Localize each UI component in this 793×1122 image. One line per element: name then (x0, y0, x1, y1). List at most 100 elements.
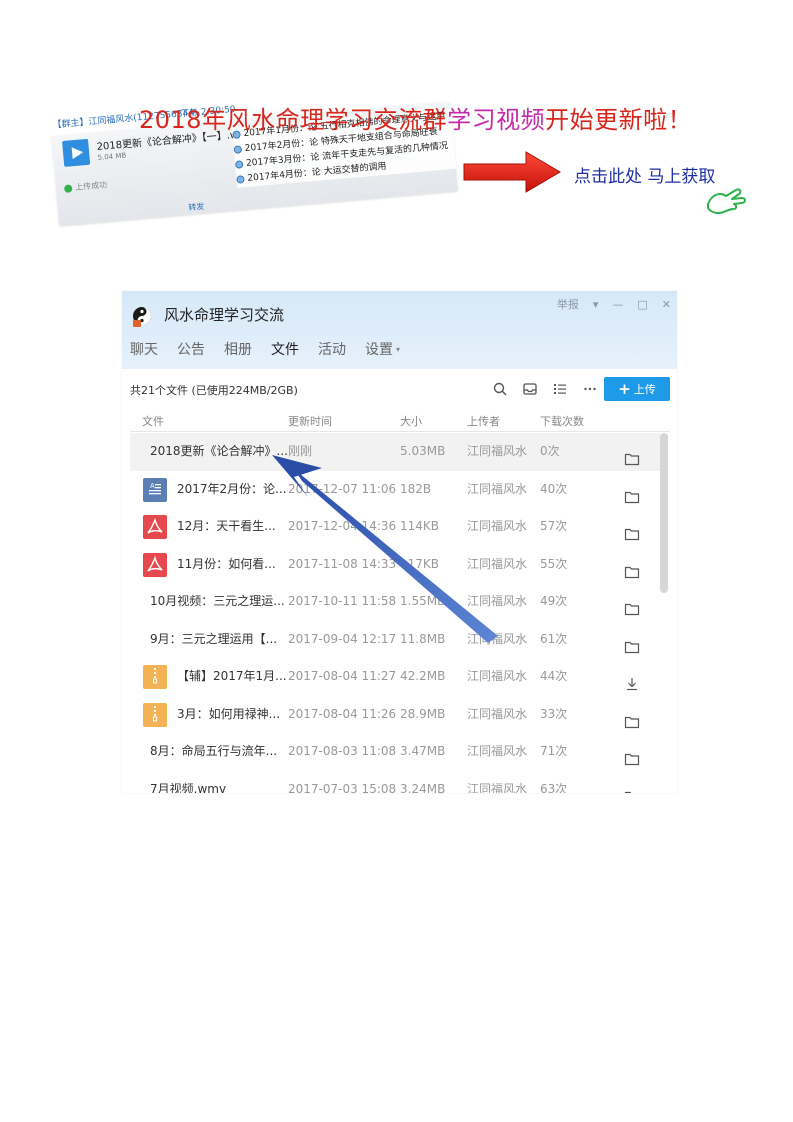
report-button[interactable]: 举报 (557, 297, 579, 313)
tool-icons (493, 379, 597, 399)
file-name[interactable]: 7月视频.wmv (150, 771, 226, 794)
file-summary: 共21个文件 (已使用224MB/2GB) (130, 384, 298, 397)
window-controls: 举报 ▾ — □ ✕ (557, 297, 671, 313)
col-uploader[interactable]: 上传者 (467, 413, 500, 429)
video-file-icon (62, 138, 91, 167)
file-name[interactable]: 11月份：如何看... (177, 546, 276, 584)
col-time[interactable]: 更新时间 (288, 413, 332, 429)
folder-icon[interactable] (624, 594, 640, 616)
file-size: 117KB (400, 556, 440, 571)
file-time: 2017-08-04 11:27 (288, 669, 397, 683)
file-time: 2017-08-03 11:08 (288, 744, 397, 758)
forward-link: 转发 (187, 201, 205, 213)
promo-banner[interactable]: 【群主】江同福风水(1127556344) 下午 2:30:50 2018更新《… (44, 92, 754, 226)
file-list: 2018更新《论合解冲》... 刚刚 5.03MB 江同福风水 0次 A 2017年2月份：… (130, 433, 660, 793)
folder-icon[interactable] (624, 444, 640, 466)
file-row[interactable]: 8月：命局五行与流年... 2017-08-03 11:08 3.47MB 江同福风水… (130, 733, 660, 771)
video-bullet-icon (233, 144, 243, 154)
file-name[interactable]: 8月：命局五行与流年... (150, 733, 277, 771)
list-view-icon[interactable] (553, 382, 567, 396)
header-divider (130, 431, 670, 432)
document-file-icon: A (143, 477, 167, 502)
tab-chat[interactable]: 聊天 (130, 339, 158, 361)
file-size: 114KB (400, 519, 440, 533)
file-name[interactable]: 12月：天干看生... (177, 508, 276, 546)
file-time: 2017-12-04 14:36 (288, 519, 397, 533)
download-icon[interactable] (624, 669, 640, 691)
col-downloads[interactable]: 下载次数 (540, 413, 584, 429)
file-downloads: 55次 (540, 556, 568, 571)
file-row[interactable]: 11月份：如何看... 2017-11-08 14:33 117KB 江同福风水 55次 (130, 546, 660, 584)
file-name[interactable]: 2017年2月份：论... (177, 471, 287, 509)
file-time: 2017-09-04 12:17 (288, 631, 397, 646)
file-row[interactable]: 7月视频.wmv 2017-07-03 15:08 3.24MB 江同福风水 63次 (130, 771, 660, 794)
file-size: 42.2MB (400, 669, 446, 683)
scrollbar[interactable] (660, 433, 668, 593)
file-downloads: 33次 (540, 706, 568, 721)
svg-text:A: A (150, 483, 155, 490)
column-header: 文件 更新时间 大小 上传者 下载次数 (130, 409, 662, 431)
file-uploader: 江同福风水 (467, 444, 528, 458)
tab-settings[interactable]: 设置 ▾ (365, 339, 400, 361)
tab-activities[interactable]: 活动 (318, 339, 346, 361)
more-icon[interactable] (583, 382, 597, 396)
folder-icon[interactable] (624, 519, 640, 541)
file-uploader: 江同福风水 (467, 481, 528, 496)
file-downloads: 44次 (540, 669, 568, 683)
folder-icon[interactable] (624, 482, 640, 503)
caret-down-icon: ▾ (396, 345, 401, 354)
col-name[interactable]: 文件 (142, 413, 164, 429)
file-size: 11.8MB (400, 631, 446, 646)
inbox-icon[interactable] (523, 382, 537, 396)
file-name[interactable]: 10月视频：三元之理运... (150, 583, 285, 621)
file-uploader: 江同福风水 (467, 781, 528, 794)
file-name[interactable]: 9月：三元之理运用【... (150, 621, 277, 659)
check-icon (63, 183, 73, 193)
file-time: 2017-12-07 11:06 (288, 481, 397, 496)
folder-icon[interactable] (624, 782, 640, 793)
file-row[interactable]: 2018更新《论合解冲》... 刚刚 5.03MB 江同福风水 0次 (130, 433, 660, 471)
banner-title-part2: 学习视频 (447, 106, 546, 134)
file-row[interactable]: 9月：三元之理运用【... 2017-09-04 12:17 11.8MB 江同福风水… (130, 621, 660, 659)
video-bullet-icon (234, 159, 244, 169)
file-row[interactable]: 10月视频：三元之理运... 2017-10-11 11:58 1.55MB 江同福风… (130, 583, 660, 621)
file-uploader: 江同福风水 (467, 631, 528, 646)
archive-file-icon (143, 665, 167, 689)
file-size: 28.9MB (400, 706, 446, 721)
tab-files[interactable]: 文件 (271, 339, 299, 361)
tab-announcements[interactable]: 公告 (177, 339, 205, 361)
tab-album[interactable]: 相册 (224, 339, 252, 361)
file-row[interactable]: 12月：天干看生... 2017-12-04 14:36 114KB 江同福风水 57次 (130, 508, 660, 546)
file-name[interactable]: 【辅】2017年1月... (177, 658, 287, 696)
dropdown-icon[interactable]: ▾ (593, 297, 599, 313)
group-files-window: 风水命理学习交流 举报 ▾ — □ ✕ 聊天 公告 相册 文件 活动 设置 ▾ 共… (122, 291, 677, 793)
file-name[interactable]: 2018更新《论合解冲》... (150, 433, 288, 471)
file-row[interactable]: 【辅】2017年1月... 2017-08-04 11:27 42.2MB 江同福风水… (130, 658, 660, 696)
upload-button-label: 上传 (633, 383, 656, 396)
folder-icon[interactable] (624, 707, 640, 728)
upload-status-label: 上传成功 (74, 180, 108, 193)
archive-file-icon (143, 702, 167, 727)
file-uploader: 江同福风水 (467, 744, 528, 758)
file-name[interactable]: 3月：如何用禄神... (177, 696, 280, 734)
upload-button[interactable]: + 上传 (604, 377, 670, 401)
minimize-button[interactable]: — (612, 297, 623, 313)
close-button[interactable]: ✕ (662, 297, 671, 313)
folder-icon[interactable] (624, 557, 640, 578)
maximize-button[interactable]: □ (637, 297, 647, 313)
banner-title-part1: 2018年风水命理学习交流群 (139, 106, 448, 134)
file-time: 刚刚 (288, 444, 313, 458)
file-uploader: 江同福风水 (467, 519, 528, 533)
file-uploader: 江同福风水 (467, 594, 528, 608)
cta-link[interactable]: 点击此处 马上获取 (574, 162, 715, 187)
search-icon[interactable] (493, 382, 507, 396)
file-row[interactable]: A 2017年2月份：论... 2017-12-07 11:06 182B 江同福风水 4… (130, 471, 660, 509)
folder-icon[interactable] (624, 632, 640, 653)
file-uploader: 江同福风水 (467, 556, 528, 571)
file-row[interactable]: 3月：如何用禄神... 2017-08-04 11:26 28.9MB 江同福风水 33… (130, 696, 660, 734)
pdf-file-icon (143, 552, 167, 577)
file-uploader: 江同福风水 (467, 706, 528, 721)
col-size[interactable]: 大小 (400, 413, 422, 429)
file-size: 3.24MB (400, 781, 446, 794)
folder-icon[interactable] (624, 744, 640, 766)
